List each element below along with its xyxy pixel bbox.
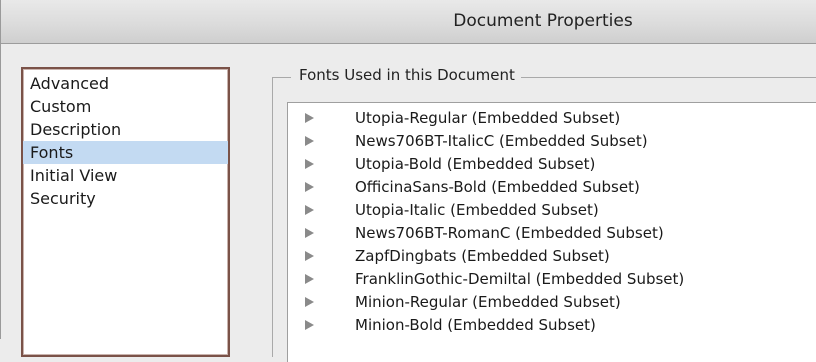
disclosure-triangle-icon[interactable] <box>305 320 314 330</box>
document-properties-dialog: Document Properties Advanced Custom Desc… <box>0 0 816 362</box>
font-name: Utopia-Regular (Embedded Subset) <box>355 109 621 127</box>
disclosure-triangle-icon[interactable] <box>305 228 314 238</box>
disclosure-triangle-icon[interactable] <box>305 113 314 123</box>
sidebar-item-description[interactable]: Description <box>23 118 228 141</box>
font-list-item[interactable]: ZapfDingbats (Embedded Subset) <box>288 245 816 268</box>
sidebar-item-security[interactable]: Security <box>23 187 228 210</box>
category-list[interactable]: Advanced Custom Description Fonts Initia… <box>21 67 230 357</box>
font-list-item[interactable]: News706BT-ItalicC (Embedded Subset) <box>288 130 816 153</box>
font-name: Minion-Regular (Embedded Subset) <box>355 293 621 311</box>
font-list-item[interactable]: FranklinGothic-Demiltal (Embedded Subset… <box>288 268 816 291</box>
sidebar-item-advanced[interactable]: Advanced <box>23 72 228 95</box>
disclosure-triangle-icon[interactable] <box>305 182 314 192</box>
font-name: OfficinaSans-Bold (Embedded Subset) <box>355 178 640 196</box>
sidebar-item-initial-view[interactable]: Initial View <box>23 164 228 187</box>
disclosure-triangle-icon[interactable] <box>305 274 314 284</box>
font-name: ZapfDingbats (Embedded Subset) <box>355 247 610 265</box>
font-name: FranklinGothic-Demiltal (Embedded Subset… <box>355 270 685 288</box>
font-list-item[interactable]: News706BT-RomanC (Embedded Subset) <box>288 222 816 245</box>
font-list[interactable]: Utopia-Regular (Embedded Subset) News706… <box>287 102 816 362</box>
sidebar-item-custom[interactable]: Custom <box>23 95 228 118</box>
font-list-item[interactable]: OfficinaSans-Bold (Embedded Subset) <box>288 176 816 199</box>
font-list-item[interactable]: Utopia-Bold (Embedded Subset) <box>288 153 816 176</box>
disclosure-triangle-icon[interactable] <box>305 297 314 307</box>
window-title: Document Properties <box>453 11 633 31</box>
font-name: Utopia-Italic (Embedded Subset) <box>355 201 599 219</box>
font-name: Utopia-Bold (Embedded Subset) <box>355 155 596 173</box>
font-name: News706BT-ItalicC (Embedded Subset) <box>355 132 648 150</box>
title-bar[interactable]: Document Properties <box>1 0 816 44</box>
font-list-item[interactable]: Utopia-Regular (Embedded Subset) <box>288 107 816 130</box>
font-name: News706BT-RomanC (Embedded Subset) <box>355 224 664 242</box>
sidebar-item-fonts[interactable]: Fonts <box>23 141 228 164</box>
font-list-item[interactable]: Utopia-Italic (Embedded Subset) <box>288 199 816 222</box>
font-name: Minion-Bold (Embedded Subset) <box>355 316 596 334</box>
font-list-item[interactable]: Minion-Bold (Embedded Subset) <box>288 314 816 337</box>
disclosure-triangle-icon[interactable] <box>305 159 314 169</box>
disclosure-triangle-icon[interactable] <box>305 251 314 261</box>
font-list-item[interactable]: Minion-Regular (Embedded Subset) <box>288 291 816 314</box>
disclosure-triangle-icon[interactable] <box>305 136 314 146</box>
disclosure-triangle-icon[interactable] <box>305 205 314 215</box>
fonts-group-title: Fonts Used in this Document <box>291 66 521 84</box>
